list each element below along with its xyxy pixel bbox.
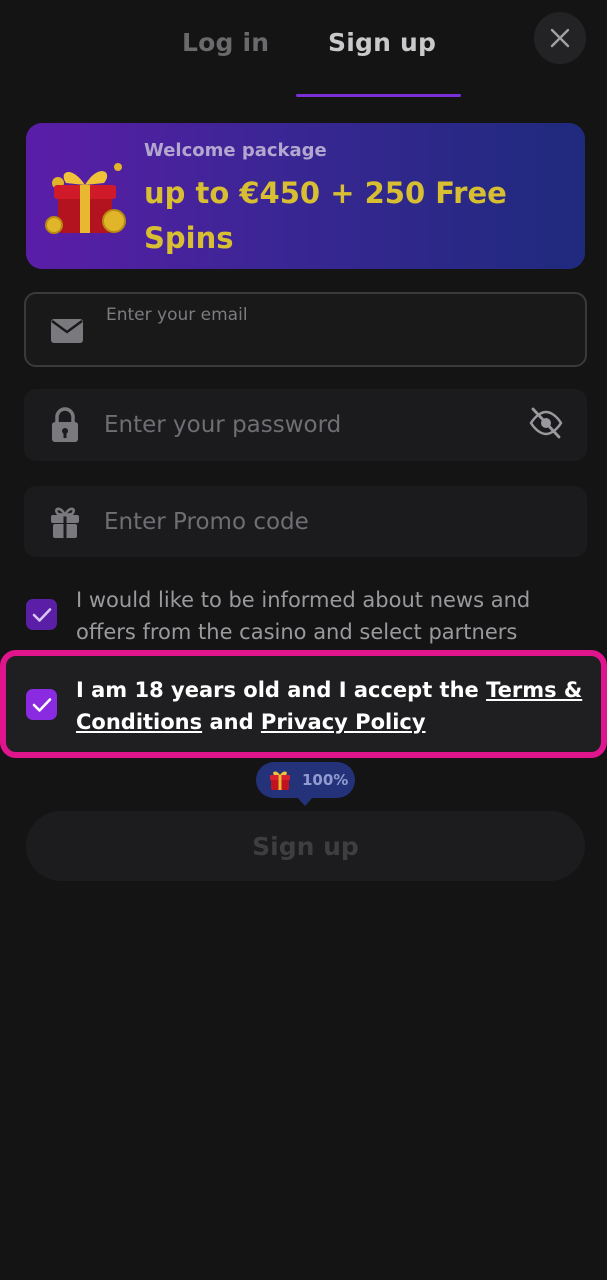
checkmark-icon — [32, 607, 51, 622]
email-label: Enter your email — [106, 305, 248, 325]
eye-off-icon[interactable] — [528, 405, 564, 441]
tab-signup[interactable]: Sign up — [328, 28, 436, 57]
banner-title: up to €450 + 250 Free Spins — [144, 176, 507, 255]
promo-field[interactable] — [24, 486, 587, 557]
terms-checkbox[interactable] — [26, 689, 57, 720]
signup-button[interactable]: Sign up — [26, 811, 585, 881]
welcome-banner[interactable]: Welcome package up to €450 + 250 Free Sp… — [26, 123, 585, 269]
news-consent-label: I would like to be informed about news a… — [76, 588, 531, 644]
close-icon — [550, 28, 570, 48]
password-input[interactable] — [104, 407, 514, 443]
promo-input[interactable] — [104, 504, 514, 540]
banner-subtitle: Welcome package — [144, 140, 327, 161]
envelope-icon — [51, 319, 83, 343]
gift-box-icon — [270, 771, 290, 790]
gift-icon — [51, 507, 79, 538]
email-field[interactable]: Enter your email — [24, 292, 587, 367]
tab-login[interactable]: Log in — [182, 28, 269, 57]
lock-icon — [52, 407, 78, 442]
checkmark-icon — [32, 697, 51, 712]
email-input[interactable] — [106, 328, 566, 356]
active-tab-indicator — [296, 94, 461, 97]
terms-prefix: I am 18 years old and I accept the — [76, 678, 487, 702]
terms-consent-label: I am 18 years old and I accept the Terms… — [76, 674, 586, 738]
auth-tabs: Log in Sign up — [0, 0, 607, 98]
terms-middle: and — [202, 710, 261, 734]
gift-box-icon — [45, 163, 126, 234]
password-field[interactable] — [24, 389, 587, 461]
bonus-badge: 100% — [256, 762, 355, 806]
news-checkbox[interactable] — [26, 599, 57, 630]
privacy-policy-link[interactable]: Privacy Policy — [261, 710, 426, 734]
close-button[interactable] — [534, 12, 586, 64]
bonus-badge-text: 100% — [302, 771, 349, 789]
